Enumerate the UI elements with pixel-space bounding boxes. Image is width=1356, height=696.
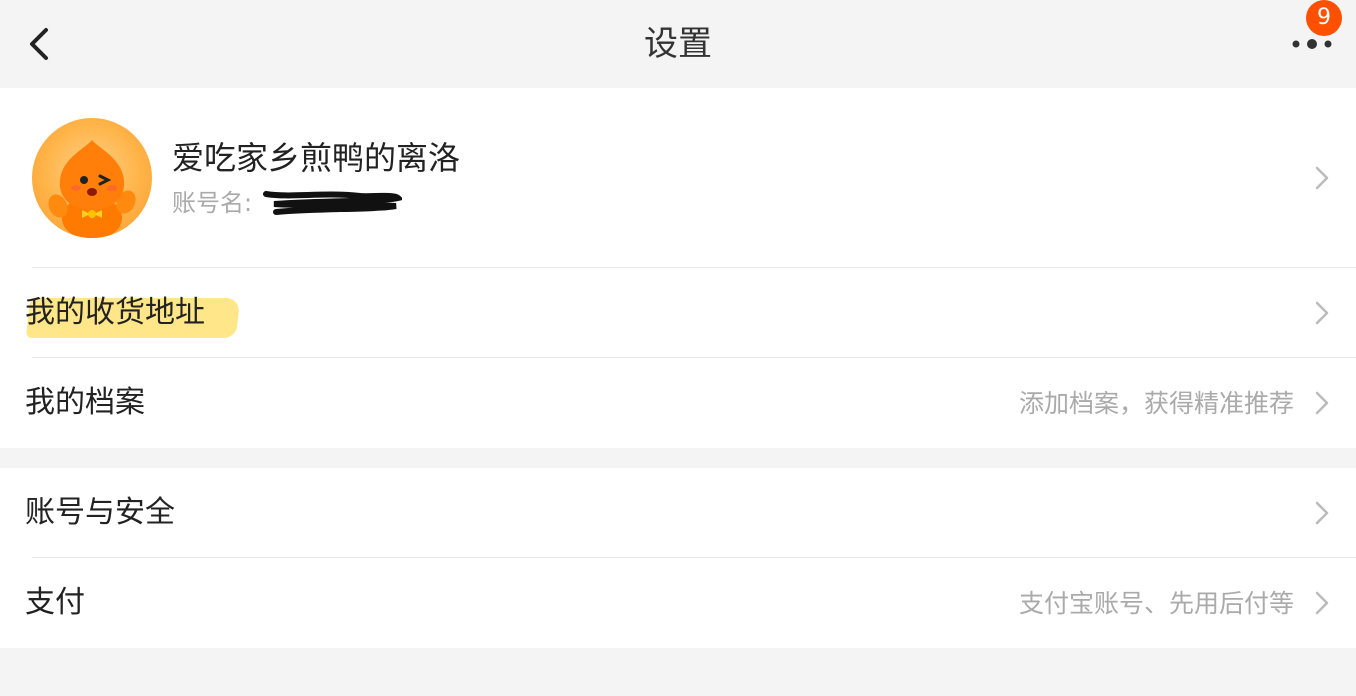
row-label: 我的收货地址 (25, 295, 205, 330)
avatar (32, 118, 152, 238)
profile-row[interactable]: 爱吃家乡煎鸭的离洛 账号名: (0, 88, 1356, 268)
settings-row-shipping-address[interactable]: 我的收货地址 (0, 268, 1356, 358)
notification-badge: 9 (1306, 0, 1342, 36)
profile-nickname: 爱吃家乡煎鸭的离洛 (172, 139, 461, 177)
top-nav-bar: 设置 9 (0, 0, 1356, 88)
chevron-right-icon (1315, 591, 1329, 615)
chevron-right-icon (1315, 501, 1329, 525)
settings-row-account-security[interactable]: 账号与安全 (0, 468, 1356, 558)
settings-card-primary: 爱吃家乡煎鸭的离洛 账号名: 我的收货地址 我的档案 添加档案，获得精准推荐 (0, 88, 1356, 448)
row-label: 支付 (25, 585, 85, 620)
settings-row-my-profile[interactable]: 我的档案 添加档案，获得精准推荐 (0, 358, 1356, 448)
row-label: 我的档案 (25, 385, 145, 420)
row-label: 账号与安全 (25, 495, 175, 530)
row-hint: 添加档案，获得精准推荐 (1018, 389, 1294, 418)
redaction-scribble (263, 191, 402, 215)
mascot-avatar-icon (48, 140, 136, 238)
chevron-right-icon (1315, 391, 1329, 415)
page-title: 设置 (644, 24, 712, 64)
chevron-right-icon (1315, 166, 1329, 190)
settings-card-account: 账号与安全 支付 支付宝账号、先用后付等 (0, 468, 1356, 648)
account-name-label: 账号名: (172, 189, 253, 217)
row-hint: 支付宝账号、先用后付等 (1018, 589, 1294, 618)
chevron-right-icon (1315, 301, 1329, 325)
settings-row-payment[interactable]: 支付 支付宝账号、先用后付等 (0, 558, 1356, 648)
